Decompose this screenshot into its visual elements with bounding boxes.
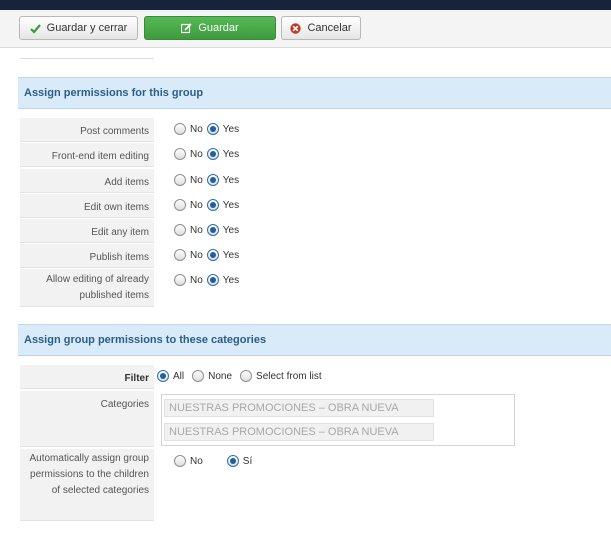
filter-label: Filter (20, 365, 154, 389)
permission-label: Add items (20, 169, 154, 193)
permission-options: No Yes (174, 148, 243, 160)
auto-assign-options: No Sí (174, 455, 256, 467)
permission-options: No Yes (174, 174, 243, 186)
edit-icon (181, 22, 192, 34)
categories-section-title: Assign group permissions to these catego… (18, 324, 611, 356)
filter-all-radio[interactable] (157, 370, 169, 382)
radio-no[interactable] (174, 274, 186, 286)
permission-label: Front-end item editing (20, 143, 154, 167)
auto-assign-si-label: Sí (242, 455, 253, 467)
radio-yes-label: Yes (222, 274, 240, 286)
radio-no-label: No (190, 274, 203, 286)
filter-options: All None Select from list (157, 370, 326, 382)
filter-select-radio[interactable] (240, 370, 253, 382)
radio-no-label: No (190, 199, 203, 211)
categories-label: Categories (20, 391, 154, 447)
radio-no-label: No (190, 249, 203, 261)
permission-options: No Yes (174, 249, 243, 261)
radio-yes-label: Yes (222, 249, 240, 261)
radio-no-label: No (190, 123, 203, 135)
radio-yes[interactable] (206, 123, 219, 135)
radio-yes-label: Yes (222, 148, 240, 160)
permission-options: No Yes (174, 274, 243, 286)
category-option[interactable]: NUESTRAS PROMOCIONES – OBRA NUEVA (164, 399, 434, 417)
cancel-button[interactable]: Cancelar (281, 16, 361, 40)
categories-select-list[interactable]: NUESTRAS PROMOCIONES – OBRA NUEVA NUESTR… (161, 394, 515, 446)
auto-assign-label: Automatically assign group permissions t… (20, 449, 154, 521)
radio-no[interactable] (174, 249, 186, 261)
filter-all-label: All (173, 370, 185, 382)
check-icon (29, 23, 41, 34)
category-option[interactable]: NUESTRAS PROMOCIONES – OBRA NUEVA (164, 423, 434, 441)
divider (20, 58, 154, 59)
permission-options: No Yes (174, 123, 243, 135)
permission-label: Allow editing of already published items (20, 269, 154, 307)
radio-no[interactable] (174, 199, 186, 211)
radio-no[interactable] (174, 174, 186, 186)
auto-assign-si-radio[interactable] (226, 455, 239, 467)
save-label: Guardar (198, 22, 239, 34)
permission-options: No Yes (174, 224, 243, 236)
radio-no-label: No (190, 148, 203, 160)
permissions-section-title: Assign permissions for this group (18, 77, 611, 109)
save-and-close-label: Guardar y cerrar (46, 22, 128, 34)
radio-yes-label: Yes (222, 224, 240, 236)
permission-label: Edit any item (20, 219, 154, 243)
permission-options: No Yes (174, 199, 243, 211)
radio-yes[interactable] (206, 249, 219, 261)
radio-yes[interactable] (206, 224, 219, 236)
radio-yes[interactable] (206, 148, 219, 160)
radio-yes[interactable] (206, 199, 219, 211)
permission-label: Post comments (20, 118, 154, 142)
radio-no[interactable] (174, 123, 186, 135)
radio-no-label: No (190, 224, 203, 236)
save-and-close-button[interactable]: Guardar y cerrar (19, 16, 138, 40)
radio-yes-label: Yes (222, 123, 240, 135)
admin-top-bar (0, 0, 611, 10)
radio-no[interactable] (174, 224, 186, 236)
filter-none-radio[interactable] (192, 370, 205, 382)
cancel-circle-icon (290, 22, 302, 34)
radio-yes[interactable] (206, 174, 219, 186)
radio-no-label: No (190, 174, 203, 186)
radio-no[interactable] (174, 148, 186, 160)
radio-yes-label: Yes (222, 199, 240, 211)
toolbar: Guardar y cerrar Guardar Cancelar (0, 10, 611, 48)
save-button[interactable]: Guardar (144, 16, 276, 40)
cancel-label: Cancelar (307, 22, 352, 34)
filter-none-label: None (208, 370, 233, 382)
permission-label: Edit own items (20, 194, 154, 218)
radio-yes[interactable] (206, 274, 219, 286)
radio-yes-label: Yes (222, 174, 240, 186)
auto-assign-no-radio[interactable] (174, 455, 186, 467)
permission-label: Publish items (20, 244, 154, 268)
auto-assign-no-label: No (190, 455, 203, 467)
filter-select-label: Select from list (256, 370, 322, 382)
